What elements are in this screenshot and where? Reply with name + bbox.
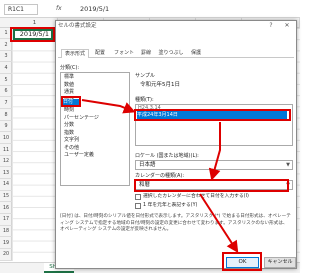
row-header[interactable]: 12 bbox=[0, 156, 12, 168]
row-header[interactable]: 6 bbox=[0, 86, 12, 98]
tab-fill[interactable]: 塗りつぶし bbox=[156, 49, 186, 58]
formula-input[interactable]: 2019/5/1 bbox=[80, 4, 296, 15]
gannen-checkbox[interactable] bbox=[135, 203, 141, 209]
help-icon[interactable]: ? bbox=[266, 21, 276, 31]
row-header[interactable]: 3 bbox=[0, 51, 12, 63]
row-header[interactable]: 13 bbox=[0, 168, 12, 179]
tab-alignment[interactable]: 配置 bbox=[92, 49, 108, 58]
category-label: 分類(C): bbox=[60, 65, 80, 71]
category-item[interactable]: パーセンテージ bbox=[64, 115, 128, 123]
category-item[interactable]: 数値 bbox=[64, 82, 128, 90]
type-label: 種類(T): bbox=[135, 97, 154, 103]
row-header[interactable]: 20 bbox=[0, 249, 12, 261]
row-header[interactable]: 5 bbox=[0, 75, 12, 86]
row-header[interactable]: 9 bbox=[0, 121, 12, 133]
row-header[interactable]: 10 bbox=[0, 133, 12, 145]
tab-protection[interactable]: 保護 bbox=[189, 49, 203, 58]
row-header[interactable]: 19 bbox=[0, 238, 12, 249]
name-box[interactable]: R1C1 bbox=[4, 4, 38, 15]
category-highlight-box bbox=[61, 96, 81, 107]
locale-label: ロケール (国または地域)(L): bbox=[135, 153, 199, 159]
calendar-highlight-box bbox=[134, 179, 289, 192]
row-header[interactable]: 18 bbox=[0, 226, 12, 238]
row-header[interactable]: 7 bbox=[0, 98, 12, 110]
type-highlight-box bbox=[134, 109, 291, 121]
row-header[interactable]: 11 bbox=[0, 145, 12, 156]
fx-icon[interactable]: fx bbox=[56, 4, 70, 15]
row-header[interactable]: 17 bbox=[0, 214, 12, 226]
chevron-down-icon[interactable]: ▼ bbox=[284, 161, 292, 169]
locale-select[interactable]: 日本語 bbox=[135, 160, 293, 170]
cell-highlight-box bbox=[10, 27, 55, 42]
input-calendar-checkbox[interactable] bbox=[135, 194, 141, 200]
tab-font[interactable]: フォント bbox=[112, 49, 136, 58]
sample-value: 令和元年5月1日 bbox=[140, 82, 180, 88]
category-item[interactable]: 標準 bbox=[64, 74, 128, 82]
gannen-label: 1 年を元年と表記する(Y) bbox=[143, 203, 198, 208]
input-calendar-label: 選択したカレンダーに合わせて日付を入力する(I) bbox=[143, 194, 249, 199]
category-item[interactable]: 文字列 bbox=[64, 137, 128, 145]
sample-label: サンプル bbox=[135, 73, 155, 79]
category-item[interactable]: ユーザー定義 bbox=[64, 152, 128, 160]
row-header[interactable]: 15 bbox=[0, 191, 12, 203]
row-header[interactable]: 8 bbox=[0, 110, 12, 121]
format-description: [日付] は、日付/時刻のシリアル値を日付形式で表示します。アスタリスク (*)… bbox=[60, 214, 291, 232]
close-icon[interactable]: ✕ bbox=[282, 21, 292, 31]
ok-highlight-box bbox=[222, 252, 262, 271]
row-header[interactable]: 4 bbox=[0, 63, 12, 75]
category-item[interactable]: 時刻 bbox=[64, 107, 128, 115]
category-item[interactable]: その他 bbox=[64, 145, 128, 153]
category-item[interactable]: 分数 bbox=[64, 122, 128, 130]
tab-number-format[interactable]: 表示形式 bbox=[61, 49, 89, 58]
category-item[interactable]: 指数 bbox=[64, 130, 128, 138]
dialog-title: セルの書式設定 bbox=[58, 23, 97, 29]
tab-border[interactable]: 罫線 bbox=[139, 49, 153, 58]
cancel-button[interactable]: キャンセル bbox=[264, 257, 296, 268]
row-header[interactable]: 16 bbox=[0, 203, 12, 214]
row-header[interactable]: 14 bbox=[0, 179, 12, 191]
